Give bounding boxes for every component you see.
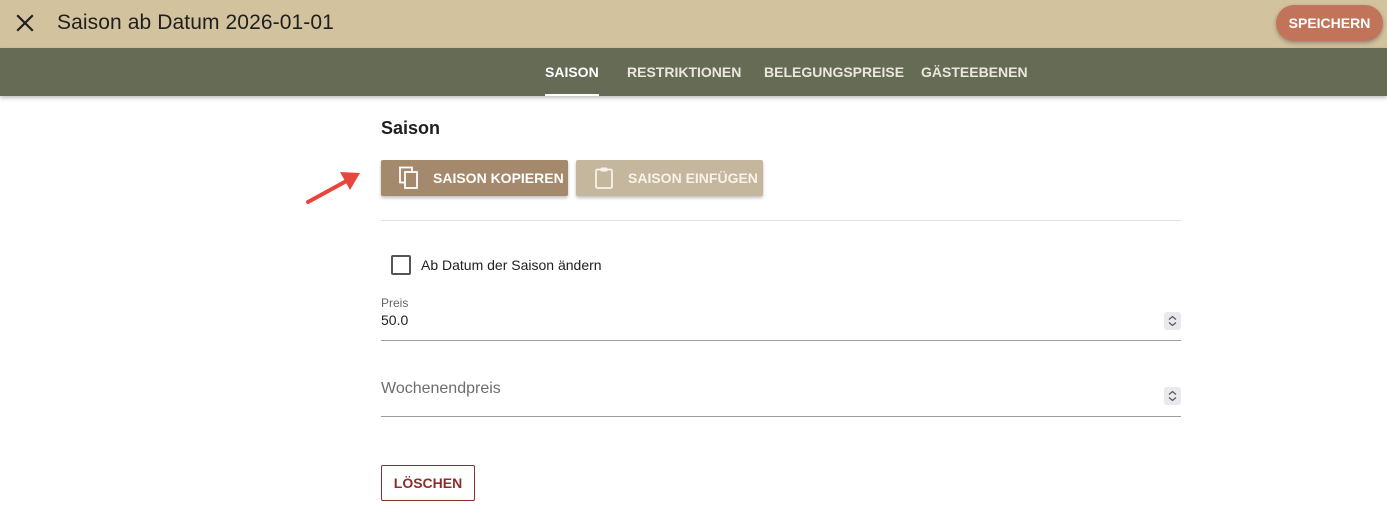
page-title: Saison ab Datum 2026-01-01: [57, 11, 334, 34]
weekend-price-stepper[interactable]: [1164, 387, 1181, 405]
copy-season-label: SAISON KOPIEREN: [433, 170, 564, 186]
price-stepper[interactable]: [1164, 312, 1181, 330]
tab-label: GÄSTEEBENEN: [921, 64, 1028, 80]
close-icon: [16, 14, 34, 32]
tab-bar: SAISON RESTRIKTIONEN BELEGUNGSPREISE GÄS…: [0, 48, 1387, 96]
stepper-icon: [1168, 315, 1177, 327]
change-date-checkbox[interactable]: [391, 255, 411, 275]
tab-belegungspreise[interactable]: BELEGUNGSPREISE: [764, 48, 904, 96]
weekend-price-input[interactable]: [381, 380, 1151, 404]
tab-saison[interactable]: SAISON: [545, 48, 599, 96]
annotation-arrow: [306, 172, 360, 204]
save-button[interactable]: SPEICHERN: [1276, 5, 1383, 41]
divider: [381, 220, 1181, 221]
tab-restriktionen[interactable]: RESTRIKTIONEN: [627, 48, 741, 96]
clipboard-icon: [595, 167, 613, 189]
section-title: Saison: [381, 118, 441, 138]
delete-button[interactable]: LÖSCHEN: [381, 465, 475, 501]
copy-icon: [399, 166, 418, 189]
close-button[interactable]: [12, 10, 38, 36]
active-tab-indicator: [545, 94, 599, 96]
tab-label: SAISON: [545, 64, 599, 80]
price-label: Preis: [381, 296, 409, 310]
copy-season-button[interactable]: SAISON KOPIEREN: [381, 160, 568, 196]
tab-label: RESTRIKTIONEN: [627, 64, 742, 80]
paste-season-label: SAISON EINFÜGEN: [628, 170, 758, 186]
weekend-price-underline: [381, 416, 1181, 417]
top-app-bar: Saison ab Datum 2026-01-01 SPEICHERN: [0, 0, 1387, 48]
stepper-icon: [1168, 390, 1177, 402]
price-input[interactable]: [381, 312, 1151, 328]
price-underline: [381, 340, 1181, 341]
paste-season-button[interactable]: SAISON EINFÜGEN: [576, 160, 763, 196]
change-date-label: Ab Datum der Saison ändern: [421, 257, 602, 273]
tab-label: BELEGUNGSPREISE: [764, 64, 905, 80]
tab-gaesteebenen[interactable]: GÄSTEEBENEN: [921, 48, 1028, 96]
